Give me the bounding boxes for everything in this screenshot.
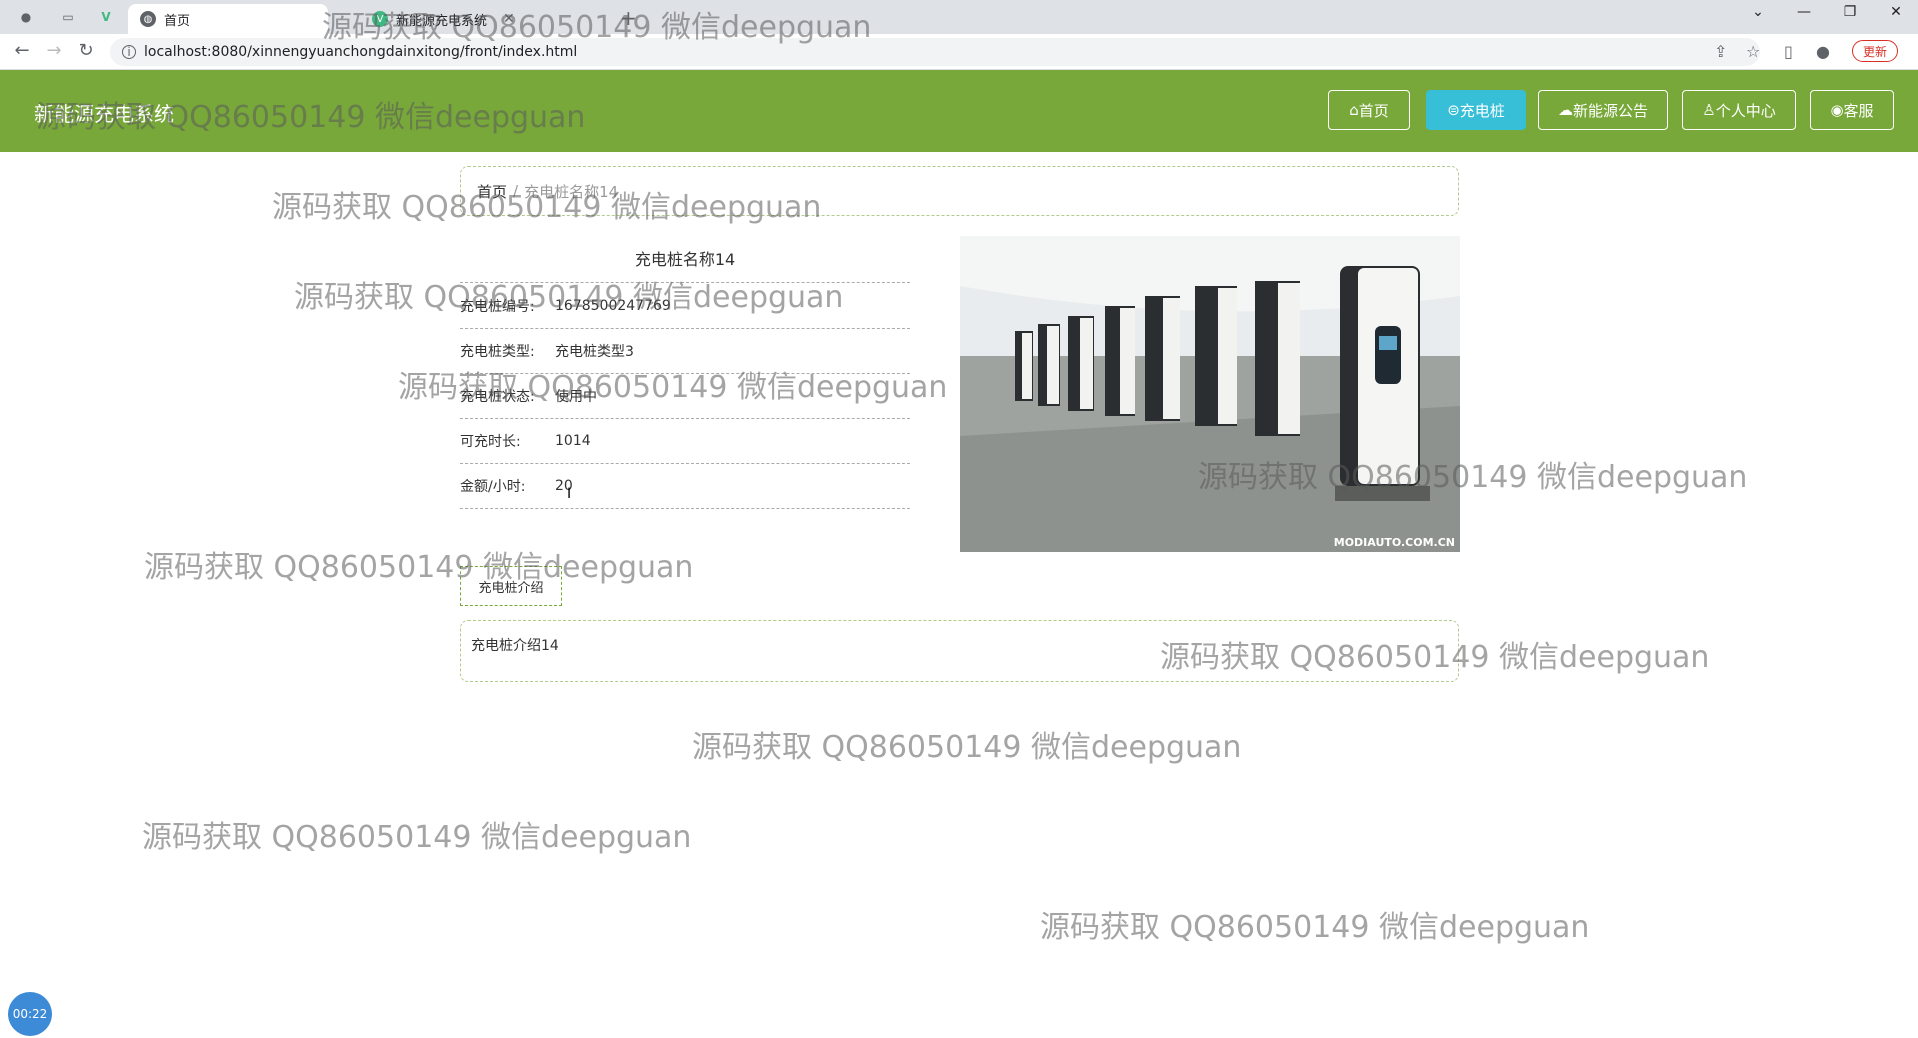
field-label: 充电桩类型:: [460, 344, 535, 360]
field-value: 使用中: [555, 389, 597, 405]
user-icon: ♙: [1702, 101, 1716, 119]
browser-menu-icon[interactable]: ●: [16, 7, 36, 27]
tab-title: 新能源充电系统: [396, 13, 488, 29]
chat-icon: ◉: [1830, 101, 1844, 119]
nav-label: 充电桩: [1459, 101, 1505, 120]
detail-title: 充电桩名称14: [634, 250, 736, 269]
back-icon[interactable]: ←: [10, 40, 34, 61]
chevron-down-icon[interactable]: ⌄: [1738, 4, 1778, 20]
reload-icon[interactable]: ↻: [74, 40, 98, 61]
new-tab-button[interactable]: +: [620, 6, 637, 30]
nav-label: 首页: [1358, 101, 1389, 120]
url-text: localhost:8080/xinnengyuanchongdainxiton…: [144, 44, 578, 60]
detail-row-type: 充电桩类型: 充电桩类型3: [460, 329, 910, 374]
address-bar: ← → ↻ i localhost:8080/xinnengyuanchongd…: [0, 34, 1918, 70]
watermark: 源码获取 QQ86050149 微信deepguan: [692, 730, 1242, 765]
breadcrumb-home[interactable]: 首页: [477, 181, 507, 202]
breadcrumb-separator: /: [513, 182, 519, 200]
watermark: 源码获取 QQ86050149 微信deepguan: [1040, 910, 1590, 945]
breadcrumb: 首页 / 充电桩名称14: [460, 166, 1459, 216]
photo-caption: MODIAUTO.COM.CN: [1334, 536, 1455, 549]
nav-label: 新能源公告: [1572, 101, 1648, 120]
sidepanel-icon[interactable]: ▯: [1784, 42, 1793, 61]
recording-timer[interactable]: 00:22: [8, 992, 52, 1036]
nav-announcement-button[interactable]: ☁ 新能源公告: [1538, 90, 1668, 130]
nav-charger-button[interactable]: ⊜ 充电桩: [1426, 90, 1526, 130]
nav-label: 客服: [1843, 101, 1874, 120]
intro-content: 充电桩介绍14: [460, 620, 1459, 682]
nav-profile-button[interactable]: ♙ 个人中心: [1682, 90, 1796, 130]
nav-service-button[interactable]: ◉ 客服: [1810, 90, 1894, 130]
site-title: 新能源充电系统: [34, 102, 174, 126]
detail-row-code: 充电桩编号: 1678500247769: [460, 284, 910, 329]
charger-photo-illustration: MODIAUTO.COM.CN: [960, 236, 1460, 552]
browser-tab-home[interactable]: ◍ 首页: [128, 4, 328, 34]
watermark: 源码获取 QQ86050149 微信deepguan: [144, 550, 694, 585]
url-field[interactable]: i localhost:8080/xinnengyuanchongdainxit…: [110, 38, 1760, 66]
tab-group-icon[interactable]: ▭: [58, 7, 78, 27]
close-window-icon[interactable]: ✕: [1876, 4, 1916, 20]
nav-label: 个人中心: [1715, 101, 1776, 120]
breadcrumb-current: 充电桩名称14: [524, 182, 619, 201]
update-button[interactable]: 更新: [1852, 40, 1899, 62]
field-label: 充电桩编号:: [460, 299, 535, 315]
field-value: 充电桩类型3: [555, 344, 634, 360]
browser-tab-bar: ● ▭ V ◍ 首页 V 新能源充电系统 ✕ + ⌄ — ❐ ✕: [0, 0, 1918, 34]
field-value: 1014: [555, 433, 591, 449]
cloud-icon: ☁: [1557, 101, 1573, 119]
divider: [460, 282, 910, 283]
text-cursor-icon: I: [567, 486, 572, 502]
watermark: 源码获取 QQ86050149 微信deepguan: [142, 820, 692, 855]
detail-row-price: 金额/小时: 20: [460, 464, 910, 509]
profile-icon[interactable]: ●: [1816, 42, 1830, 61]
globe-icon: ◍: [140, 11, 156, 27]
restore-icon[interactable]: ❐: [1830, 4, 1870, 20]
field-label: 充电桩状态:: [460, 389, 535, 405]
charger-photo: MODIAUTO.COM.CN: [960, 236, 1460, 552]
star-icon[interactable]: ☆: [1746, 42, 1760, 61]
vue-icon[interactable]: V: [96, 7, 116, 27]
browser-tab-system[interactable]: V 新能源充电系统 ✕: [360, 4, 610, 34]
detail-row-status: 充电桩状态: 使用中: [460, 374, 910, 419]
forward-icon[interactable]: →: [42, 40, 66, 61]
field-value: 1678500247769: [555, 298, 671, 314]
nav-home-button[interactable]: ⌂ 首页: [1328, 90, 1410, 130]
field-label: 金额/小时:: [460, 479, 526, 495]
site-header: 新能源充电系统 ⌂ 首页 ⊜ 充电桩 ☁ 新能源公告 ♙ 个人中心 ◉ 客服: [0, 70, 1918, 152]
intro-tab[interactable]: 充电桩介绍: [460, 566, 562, 606]
share-icon[interactable]: ⇪: [1714, 42, 1727, 61]
close-icon[interactable]: ✕: [503, 11, 515, 27]
charger-icon: ⊜: [1447, 101, 1460, 119]
field-label: 可充时长:: [460, 434, 521, 450]
minimize-icon[interactable]: —: [1784, 4, 1824, 20]
tab-title: 首页: [164, 13, 191, 29]
vue-icon: V: [372, 11, 388, 27]
info-icon[interactable]: i: [122, 45, 136, 59]
home-icon: ⌂: [1349, 101, 1359, 119]
detail-row-duration: 可充时长: 1014: [460, 419, 910, 464]
